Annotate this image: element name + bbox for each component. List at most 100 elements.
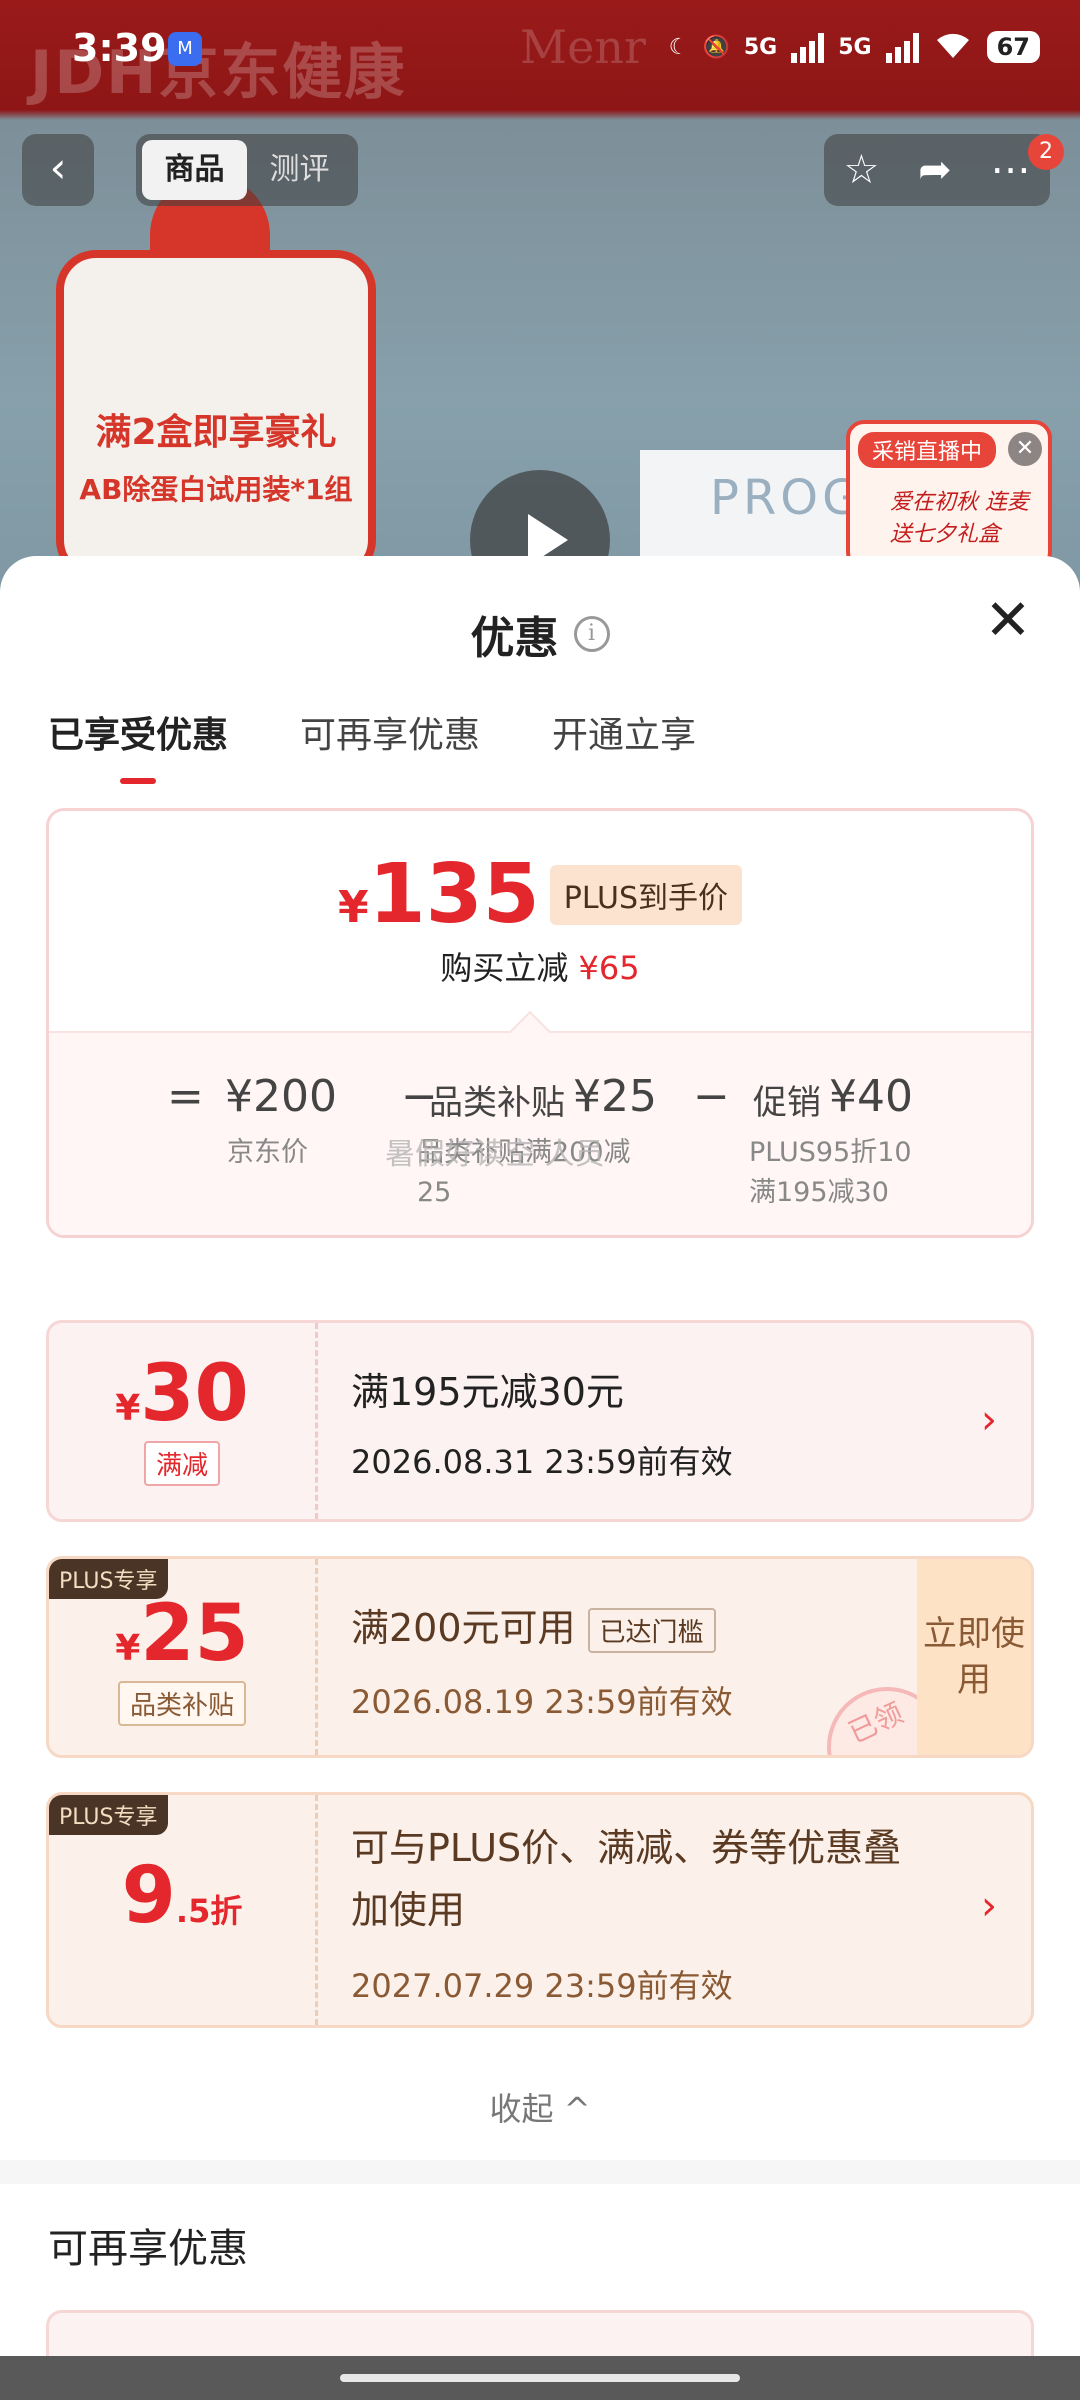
promo-label: 促销 <box>753 1083 821 1123</box>
gesture-bar <box>0 2356 1080 2400</box>
status-time: 3:39 <box>72 26 167 70</box>
segment-goods[interactable]: 商品 <box>142 140 247 200</box>
promo-desc-2: 满195减30 <box>749 1177 889 1208</box>
star-icon[interactable]: ☆ <box>843 147 879 193</box>
share-icon[interactable]: ➦ <box>918 147 952 193</box>
sheet-header: 优惠 i <box>0 602 1080 666</box>
signal-icon <box>791 31 825 63</box>
equals-sign: = <box>167 1071 204 1122</box>
coupon-amount: 9.5折 <box>49 1851 315 1941</box>
coupon-title-text: 满200元可用 <box>351 1606 576 1650</box>
subsidy-value: ¥25 <box>573 1071 657 1122</box>
final-price-value: 135 <box>368 847 540 942</box>
network-label-2: 5G <box>838 34 872 60</box>
subsidy-label: 品类补贴 <box>429 1083 565 1123</box>
nav-actions: ☆ ➦ ⋯ <box>824 134 1050 206</box>
tab-more-available[interactable]: 可再享优惠 <box>300 706 480 784</box>
coupon-validity: 2027.07.29 23:59前有效 <box>351 1967 733 2005</box>
coupon-left: ¥25 品类补贴 <box>49 1559 315 1755</box>
sheet-title: 优惠 <box>470 613 559 664</box>
promo-desc-1: PLUS95折10 <box>749 1137 912 1168</box>
collapse-button[interactable]: 收起 ^ <box>0 2084 1080 2130</box>
promo-value: ¥40 <box>829 1071 913 1122</box>
jd-price: ¥200 <box>225 1071 337 1122</box>
info-icon[interactable]: i <box>573 616 610 652</box>
battery-icon: 67 <box>986 31 1040 63</box>
collapse-label: 收起 <box>489 2090 554 2128</box>
coupon-currency: ¥ <box>115 1388 141 1429</box>
discount-sheet: 优惠 i ✕ 已享受优惠 可再享优惠 开通立享 ¥135 PLUS到手价 购买立减… <box>0 556 1080 2400</box>
plus-price-label: PLUS到手价 <box>549 864 743 925</box>
coupon-type-tag: 品类补贴 <box>117 1681 247 1726</box>
discount-prefix: 购买立减 <box>440 949 569 987</box>
section-divider <box>0 2160 1080 2184</box>
message-badge: 2 <box>1028 134 1064 170</box>
threshold-reached-chip: 已达门槛 <box>587 1608 716 1653</box>
minus-sign-2: − <box>693 1071 730 1122</box>
discount-value: ¥65 <box>578 949 640 987</box>
coupon-card-plus-discount[interactable]: PLUS专享 9.5折 可与PLUS价、满减、券等优惠叠 加使用 2027.07… <box>46 1792 1034 2028</box>
coupon-amount-value: 30 <box>140 1349 249 1439</box>
promo-line-1: 满2盒即享豪礼 <box>95 412 337 453</box>
wifi-icon <box>933 28 973 66</box>
price-breakdown: = ¥200 京东价 − 品类补贴 ¥25 品类补贴满200减 25 − 促销 … <box>49 1010 1031 1235</box>
coupon-amount-value: 25 <box>140 1589 249 1679</box>
back-button[interactable]: ‹ <box>22 134 94 206</box>
moon-icon: ☾ <box>668 34 689 60</box>
price-summary-card: ¥135 PLUS到手价 购买立减 ¥65 = ¥200 京东价 − 品类补贴 ¥… <box>46 808 1034 1238</box>
coupon-amount-suffix: .5折 <box>175 1892 243 1930</box>
final-price: ¥135 <box>338 847 540 942</box>
chevron-up-icon: ^ <box>563 2090 591 2128</box>
coupon-validity: 2026.08.19 23:59前有效 <box>351 1683 733 1721</box>
more-discounts-title: 可再享优惠 <box>48 2226 248 2272</box>
chevron-right-icon: › <box>981 1397 997 1443</box>
coupon-title: 满195元减30元 <box>351 1370 624 1414</box>
floating-overlay-text: 暑假好读空·人员 <box>385 1137 605 1172</box>
coupon-left: 9.5折 <box>49 1795 315 2025</box>
mute-icon: 🔕 <box>702 34 730 60</box>
jd-price-label: 京东价 <box>227 1137 308 1168</box>
tab-enjoyed[interactable]: 已享受优惠 <box>48 706 228 784</box>
app-notification-icon: M <box>168 32 202 66</box>
status-icons: ☾ 🔕 5G 5G 67 <box>669 28 1040 66</box>
coupon-divider <box>315 1559 318 1755</box>
live-stream-widget[interactable]: 采销直播中 ✕ 爱在初秋 连麦送七夕礼盒 <box>846 420 1052 570</box>
signal-icon-2 <box>885 31 919 63</box>
coupon-title-line-1: 可与PLUS价、满减、券等优惠叠 <box>351 1826 902 1870</box>
coupon-validity: 2026.08.31 23:59前有效 <box>351 1443 733 1481</box>
coupon-amount-value: 9 <box>121 1851 176 1941</box>
coupon-card-full-reduction[interactable]: ¥30 满减 满195元减30元 2026.08.31 23:59前有效 › <box>46 1320 1034 1522</box>
coupon-title-line-2: 加使用 <box>351 1888 466 1932</box>
coupon-amount: ¥25 <box>49 1589 315 1679</box>
subsidy-desc-2: 25 <box>417 1177 452 1208</box>
live-text: 爱在初秋 连麦送七夕礼盒 <box>890 490 1029 547</box>
final-price-row: ¥135 PLUS到手价 <box>49 847 1031 942</box>
coupon-title: 满200元可用 已达门槛 <box>351 1597 716 1653</box>
live-tag: 采销直播中 <box>858 432 997 468</box>
home-indicator[interactable] <box>340 2374 740 2382</box>
segment-review[interactable]: 测评 <box>247 140 352 200</box>
status-bar: 3:39 M ☾ 🔕 5G 5G 67 <box>0 0 1080 100</box>
summary-top: ¥135 PLUS到手价 购买立减 ¥65 <box>49 811 1031 1031</box>
discount-tabs: 已享受优惠 可再享优惠 开通立享 <box>48 706 696 784</box>
discount-total: 购买立减 ¥65 <box>49 943 1031 989</box>
coupon-type-tag: 满减 <box>143 1441 221 1486</box>
tab-activate[interactable]: 开通立享 <box>552 706 696 784</box>
close-icon[interactable]: ✕ <box>980 593 1036 652</box>
promo-poster: 满2盒即享豪礼 AB除蛋白试用装*1组 <box>56 250 376 580</box>
chevron-left-icon: ‹ <box>49 143 67 192</box>
network-label: 5G <box>743 34 778 60</box>
coupon-currency: ¥ <box>115 1628 141 1669</box>
chevron-right-icon: › <box>981 1883 997 1929</box>
coupon-divider <box>315 1795 318 2025</box>
live-close-icon[interactable]: ✕ <box>1008 432 1042 466</box>
coupon-amount: ¥30 <box>49 1349 315 1439</box>
product-segment-control: 商品 测评 <box>136 134 358 206</box>
coupon-left: ¥30 满减 <box>49 1323 315 1519</box>
coupon-divider <box>315 1323 318 1519</box>
more-icon[interactable]: ⋯ <box>991 147 1031 193</box>
coupon-card-category-subsidy[interactable]: PLUS专享 ¥25 品类补贴 满200元可用 已达门槛 2026.08.19 2… <box>46 1556 1034 1758</box>
promo-line-2: AB除蛋白试用装*1组 <box>79 473 353 506</box>
use-now-button[interactable]: 立即使用 <box>917 1559 1031 1755</box>
currency-symbol: ¥ <box>337 882 369 933</box>
